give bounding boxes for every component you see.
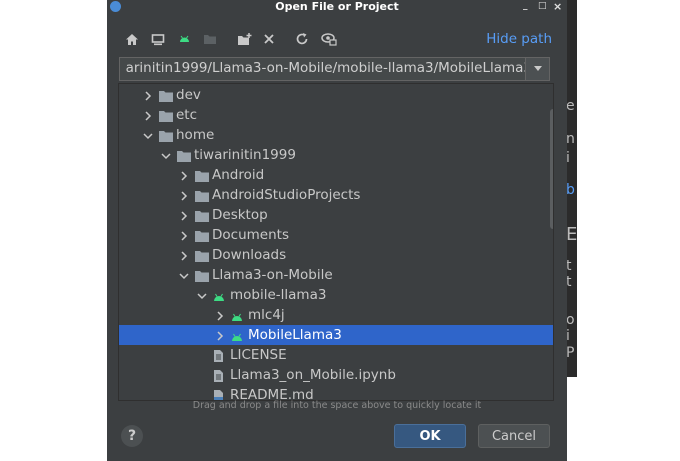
tree-row-label: LICENSE <box>230 347 287 363</box>
file-icon <box>212 368 228 382</box>
folder-icon <box>176 148 192 162</box>
chevron-right-icon[interactable] <box>213 308 227 322</box>
project-folder-icon <box>200 29 220 49</box>
android-icon <box>212 288 228 302</box>
path-text: arinitin1999/Llama3-on-Mobile/mobile-lla… <box>125 60 532 76</box>
folder-icon <box>158 88 174 102</box>
folder-icon <box>194 268 210 282</box>
tree-row-label: tiwarinitin1999 <box>194 147 296 163</box>
tree-row[interactable]: Android <box>119 165 553 185</box>
tree-row[interactable]: etc <box>119 105 553 125</box>
minimize-button[interactable]: _ <box>523 0 528 13</box>
close-button[interactable]: × <box>553 0 562 13</box>
folder-icon <box>194 188 210 202</box>
background-fragment: o <box>566 312 575 328</box>
folder-icon <box>194 168 210 182</box>
folder-icon <box>194 208 210 222</box>
title-bar[interactable]: Open File or Project _ □ × <box>107 0 567 14</box>
tree-row[interactable]: mobile-llama3 <box>119 285 553 305</box>
tree-row[interactable]: Downloads <box>119 245 553 265</box>
folder-icon <box>194 248 210 262</box>
tree-row[interactable]: AndroidStudioProjects <box>119 185 553 205</box>
tree-row-label: Llama3-on-Mobile <box>212 267 333 283</box>
chevron-right-icon[interactable] <box>177 228 191 242</box>
folder-icon <box>158 108 174 122</box>
chevron-right-icon[interactable] <box>177 208 191 222</box>
path-input[interactable]: arinitin1999/Llama3-on-Mobile/mobile-lla… <box>119 57 536 81</box>
tree-row-label: Desktop <box>212 207 268 223</box>
tree-row-label: README.md <box>230 387 314 401</box>
android-icon <box>230 328 246 342</box>
cancel-button[interactable]: Cancel <box>478 424 550 448</box>
chevron-right-icon[interactable] <box>177 168 191 182</box>
background-fragment: E <box>566 224 578 245</box>
tree-row-label: mobile-llama3 <box>230 287 327 303</box>
chevron-down-icon[interactable] <box>177 268 191 282</box>
help-button[interactable]: ? <box>121 425 143 447</box>
tree-row[interactable]: dev <box>119 85 553 105</box>
tree-row[interactable]: MobileLlama3 <box>119 325 553 345</box>
file-icon <box>212 348 228 362</box>
chevron-down-icon[interactable] <box>141 128 155 142</box>
tree-row-label: MobileLlama3 <box>248 327 342 343</box>
background-fragment: e <box>566 98 575 114</box>
tree-row[interactable]: Llama3_on_Mobile.ipynb <box>119 365 553 385</box>
tree-row[interactable]: Llama3-on-Mobile <box>119 265 553 285</box>
background-fragment: P <box>566 345 575 361</box>
background-fragment: n <box>566 131 575 147</box>
toolbar: Hide path <box>107 26 567 52</box>
tree-row-label: dev <box>176 87 201 103</box>
ok-button[interactable]: OK <box>394 424 466 448</box>
chevron-right-icon[interactable] <box>177 188 191 202</box>
tree-row-label: Llama3_on_Mobile.ipynb <box>230 367 396 383</box>
tree-row[interactable]: Documents <box>119 225 553 245</box>
chevron-down-icon <box>533 66 542 71</box>
tree-row-label: Android <box>212 167 265 183</box>
chevron-right-icon[interactable] <box>213 328 227 342</box>
chevron-down-icon[interactable] <box>195 288 209 302</box>
file-tree[interactable]: dev etc home tiwarinitin1999 Android AndroidS… <box>118 83 554 401</box>
desktop-icon[interactable] <box>148 29 168 49</box>
tree-row[interactable]: home <box>119 125 553 145</box>
folder-icon <box>158 128 174 142</box>
android-module-icon[interactable] <box>174 29 194 49</box>
dialog-title: Open File or Project <box>275 0 399 13</box>
tree-row-label: Downloads <box>212 247 287 263</box>
chevron-right-icon[interactable] <box>141 108 155 122</box>
home-icon[interactable] <box>122 29 142 49</box>
folder-icon <box>194 228 210 242</box>
tree-row-label: mlc4j <box>248 307 285 323</box>
maximize-button[interactable]: □ <box>538 0 547 13</box>
background-fragment: b <box>566 182 575 198</box>
refresh-icon[interactable] <box>292 29 312 49</box>
chevron-down-icon[interactable] <box>159 148 173 162</box>
tree-row-label: home <box>176 127 215 143</box>
tree-row-label: Documents <box>212 227 289 243</box>
path-history-dropdown[interactable] <box>525 57 550 81</box>
tree-row[interactable]: LICENSE <box>119 345 553 365</box>
hide-path-link[interactable]: Hide path <box>486 31 552 47</box>
delete-icon[interactable] <box>259 29 279 49</box>
open-file-dialog: Open File or Project _ □ × Hide path ari… <box>107 0 567 461</box>
show-hidden-icon[interactable] <box>319 29 339 49</box>
tree-row[interactable]: README.md <box>119 385 553 401</box>
new-folder-icon[interactable] <box>234 29 254 49</box>
tree-row[interactable]: tiwarinitin1999 <box>119 145 553 165</box>
android-icon <box>230 308 246 322</box>
tree-row[interactable]: mlc4j <box>119 305 553 325</box>
tree-row-label: etc <box>176 107 198 123</box>
chevron-right-icon[interactable] <box>141 88 155 102</box>
tree-row[interactable]: Desktop <box>119 205 553 225</box>
tree-row-label: AndroidStudioProjects <box>212 187 361 203</box>
drag-drop-hint: Drag and drop a file into the space abov… <box>192 400 482 411</box>
chevron-right-icon[interactable] <box>177 248 191 262</box>
